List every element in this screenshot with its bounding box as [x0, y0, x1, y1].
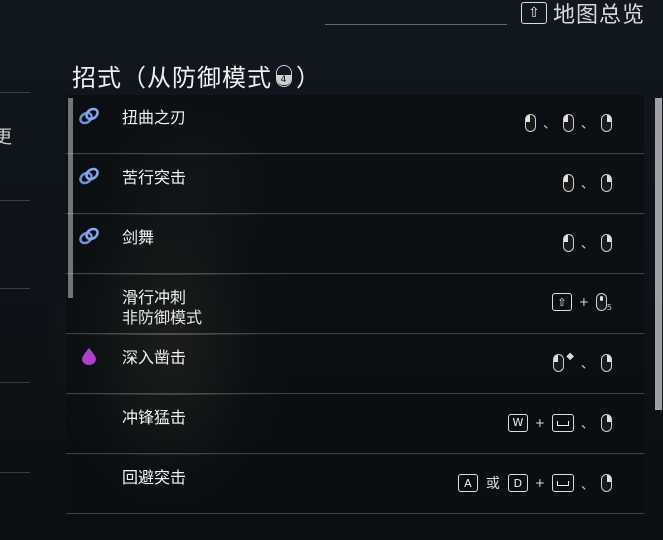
move-row[interactable]: 深入凿击 ◆ 、: [66, 335, 644, 394]
or-label: 或: [485, 476, 500, 492]
separator: 、: [542, 117, 556, 132]
move-inputs: A 或 D + 、: [457, 473, 612, 493]
move-name: 深入凿击: [122, 348, 187, 367]
left-divider: [0, 382, 30, 383]
separator: 、: [580, 477, 594, 493]
left-mouse-icon: [562, 113, 574, 132]
plus-sign: +: [534, 415, 545, 430]
scrollbar-thumb[interactable]: [655, 98, 662, 410]
map-overview-label: 地图总览: [552, 3, 645, 28]
move-row[interactable]: 扭曲之刃 、 、: [66, 95, 644, 154]
move-name: 苦行突击: [122, 168, 187, 187]
separator: 、: [580, 117, 594, 132]
a-key-icon: A: [457, 474, 478, 492]
right-mouse-icon: [601, 173, 612, 192]
chain-link-icon: [79, 107, 99, 125]
space-key-icon: [551, 474, 574, 492]
move-inputs: 、 、: [524, 113, 612, 132]
mouse-number: 4: [277, 74, 291, 85]
move-row[interactable]: 滑行冲刺 非防御模式 ⇧ + 5: [66, 275, 644, 334]
page-title: 招式（从防御模式 4 ）: [72, 58, 321, 93]
right-mouse-icon: [601, 233, 612, 252]
hold-star-icon: ◆: [566, 351, 574, 362]
move-inputs: 、: [562, 233, 612, 252]
left-mouse-icon: [562, 233, 574, 252]
separator: 、: [580, 237, 594, 252]
move-row[interactable]: 回避突击 A 或 D + 、: [66, 455, 644, 514]
space-key-icon: [551, 413, 574, 432]
move-inputs: W + 、: [507, 413, 612, 432]
move-name: 剑舞: [122, 228, 155, 247]
move-row[interactable]: 苦行突击 、: [66, 155, 644, 214]
left-mouse-icon: [524, 113, 536, 132]
header-divider: [325, 24, 507, 25]
right-mouse-icon: [601, 353, 612, 372]
right-mouse-icon: [601, 474, 612, 492]
shift-key-icon: ⇧: [520, 2, 547, 24]
move-condition: 非防御模式: [122, 308, 203, 327]
purple-drop-icon: [82, 348, 96, 365]
title-suffix: ）: [296, 64, 321, 92]
title-prefix: 招式（从防御模式: [72, 64, 272, 92]
left-side-panel: [0, 92, 30, 512]
separator: 、: [580, 177, 594, 192]
left-divider: [0, 92, 30, 93]
shift-key-icon: ⇧: [551, 293, 572, 311]
mouse-number: 5: [606, 302, 612, 312]
d-key-icon: D: [507, 474, 528, 492]
move-row[interactable]: 冲锋猛击 W + 、: [66, 395, 644, 454]
move-inputs: ◆ 、: [553, 351, 612, 372]
moves-list: 扭曲之刃 、 、 苦行突击 、 剑舞 、 滑行冲刺 非防御模式 ⇧ + 5 深入…: [66, 95, 644, 515]
right-mouse-icon: [601, 413, 612, 432]
separator: 、: [580, 357, 594, 372]
chain-link-icon: [79, 167, 99, 185]
move-row[interactable]: 剑舞 、: [66, 215, 644, 274]
map-overview-button[interactable]: ⇧ 地图总览: [520, 0, 645, 28]
move-name: 扭曲之刃: [122, 108, 187, 127]
left-mouse-icon: [562, 173, 574, 192]
left-divider: [0, 288, 30, 289]
mouse-button-icon: 4: [276, 64, 292, 87]
w-key-icon: W: [507, 413, 528, 432]
left-divider: [0, 472, 30, 473]
plus-sign: +: [578, 295, 589, 309]
chain-link-icon: [79, 227, 99, 245]
move-inputs: ⇧ + 5: [551, 293, 612, 312]
left-divider: [0, 200, 30, 201]
plus-sign: +: [534, 476, 545, 490]
left-mouse-icon: [553, 353, 565, 372]
list-accent-bar: [68, 98, 73, 298]
left-panel-text: 更: [0, 127, 12, 148]
move-name: 回避突击: [122, 468, 187, 487]
mouse-5-icon: [595, 293, 607, 311]
right-mouse-icon: [601, 113, 612, 132]
separator: 、: [580, 417, 594, 432]
move-inputs: 、: [562, 173, 612, 192]
move-name: 冲锋猛击: [122, 408, 187, 427]
